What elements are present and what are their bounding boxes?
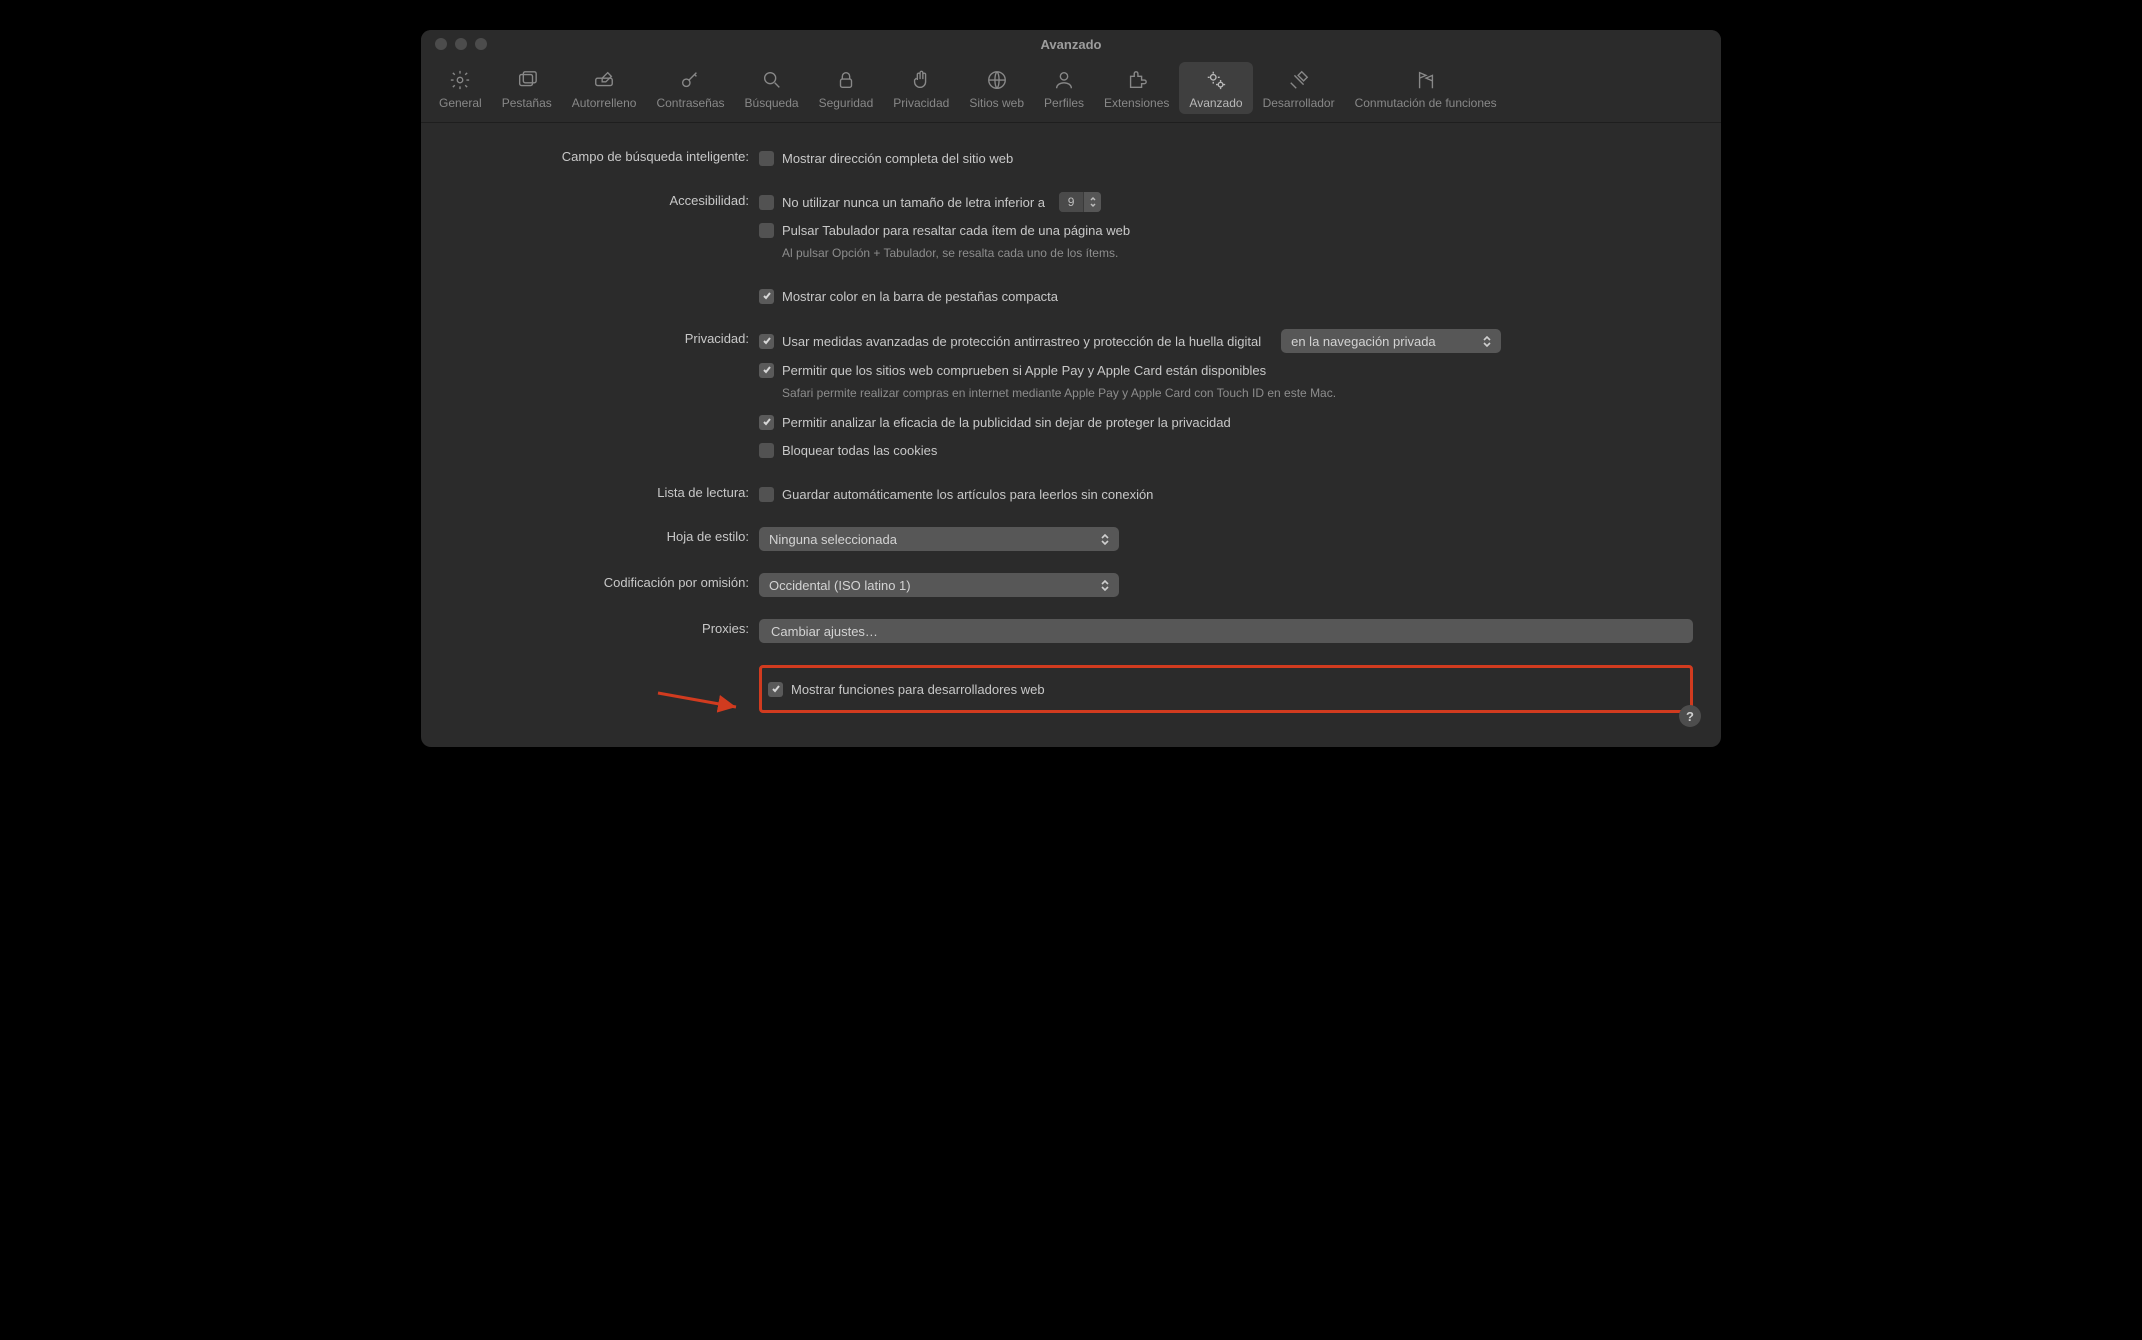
tab-passwords[interactable]: Contraseñas — [646, 62, 734, 114]
tab-security[interactable]: Seguridad — [809, 62, 884, 114]
tracking-scope-value: en la navegación privada — [1291, 334, 1481, 349]
compact-tab-color-label: Mostrar color en la barra de pestañas co… — [782, 289, 1058, 304]
reading-list-label: Lista de lectura: — [449, 483, 759, 500]
smart-search-label: Campo de búsqueda inteligente: — [449, 147, 759, 164]
window-title: Avanzado — [421, 37, 1721, 52]
change-proxies-button[interactable]: Cambiar ajustes… — [759, 619, 1693, 643]
stylesheet-value: Ninguna seleccionada — [769, 532, 1099, 547]
chevron-updown-icon — [1099, 534, 1111, 545]
tab-highlight-hint: Al pulsar Opción + Tabulador, se resalta… — [759, 245, 1439, 261]
minimize-window-button[interactable] — [455, 38, 467, 50]
apple-pay-hint: Safari permite realizar compras en inter… — [759, 385, 1439, 401]
tab-feature-flags[interactable]: Conmutación de funciones — [1345, 62, 1507, 114]
tab-highlight-checkbox[interactable] — [759, 223, 774, 238]
min-font-size-stepper[interactable]: 9 — [1059, 192, 1101, 212]
content-area: Campo de búsqueda inteligente: Mostrar d… — [421, 123, 1721, 747]
advanced-tracking-label: Usar medidas avanzadas de protección ant… — [782, 334, 1261, 349]
tab-label: Avanzado — [1189, 96, 1242, 110]
tab-developer[interactable]: Desarrollador — [1253, 62, 1345, 114]
titlebar: Avanzado — [421, 30, 1721, 58]
min-font-size-checkbox[interactable] — [759, 195, 774, 210]
tab-label: Desarrollador — [1263, 96, 1335, 110]
stylesheet-label: Hoja de estilo: — [449, 527, 759, 544]
tab-label: Perfiles — [1044, 96, 1084, 110]
privacy-label: Privacidad: — [449, 329, 759, 346]
tab-tabs[interactable]: Pestañas — [492, 62, 562, 114]
tab-label: Extensiones — [1104, 96, 1169, 110]
tab-label: Autorrelleno — [572, 96, 637, 110]
gear-icon — [448, 68, 472, 92]
tab-autofill[interactable]: Autorrelleno — [562, 62, 647, 114]
person-icon — [1052, 68, 1076, 92]
tab-label: Conmutación de funciones — [1355, 96, 1497, 110]
flags-icon — [1414, 68, 1438, 92]
hand-icon — [909, 68, 933, 92]
tabs-icon — [515, 68, 539, 92]
apple-pay-check-checkbox[interactable] — [759, 363, 774, 378]
pencil-field-icon — [592, 68, 616, 92]
tab-search[interactable]: Búsqueda — [735, 62, 809, 114]
help-button[interactable]: ? — [1679, 705, 1701, 727]
tracking-scope-select[interactable]: en la navegación privada — [1281, 329, 1501, 353]
chevron-updown-icon — [1099, 580, 1111, 591]
encoding-label: Codificación por omisión: — [449, 573, 759, 590]
tab-label: Sitios web — [969, 96, 1024, 110]
ad-effectiveness-checkbox[interactable] — [759, 415, 774, 430]
apple-pay-check-label: Permitir que los sitios web comprueben s… — [782, 363, 1266, 378]
compact-tab-color-checkbox[interactable] — [759, 289, 774, 304]
globe-icon — [985, 68, 1009, 92]
tab-label: Seguridad — [819, 96, 874, 110]
ad-effectiveness-label: Permitir analizar la eficacia de la publ… — [782, 415, 1231, 430]
tab-label: Pestañas — [502, 96, 552, 110]
block-cookies-label: Bloquear todas las cookies — [782, 443, 937, 458]
encoding-select[interactable]: Occidental (ISO latino 1) — [759, 573, 1119, 597]
tab-label: Privacidad — [893, 96, 949, 110]
tab-advanced[interactable]: Avanzado — [1179, 62, 1252, 114]
show-developer-features-checkbox[interactable] — [768, 682, 783, 697]
preferences-window: Avanzado General Pestañas Autorrelleno C… — [421, 30, 1721, 747]
tools-icon — [1287, 68, 1311, 92]
tab-extensions[interactable]: Extensiones — [1094, 62, 1179, 114]
encoding-value: Occidental (ISO latino 1) — [769, 578, 1099, 593]
min-font-size-label: No utilizar nunca un tamaño de letra inf… — [782, 195, 1045, 210]
gears-icon — [1204, 68, 1228, 92]
tab-label: Búsqueda — [745, 96, 799, 110]
tab-highlight-label: Pulsar Tabulador para resaltar cada ítem… — [782, 223, 1130, 238]
show-developer-features-label: Mostrar funciones para desarrolladores w… — [791, 682, 1045, 697]
preferences-toolbar: General Pestañas Autorrelleno Contraseña… — [421, 58, 1721, 123]
search-icon — [760, 68, 784, 92]
block-cookies-checkbox[interactable] — [759, 443, 774, 458]
accessibility-label: Accesibilidad: — [449, 191, 759, 208]
puzzle-icon — [1125, 68, 1149, 92]
show-full-address-label: Mostrar dirección completa del sitio web — [782, 151, 1013, 166]
show-full-address-checkbox[interactable] — [759, 151, 774, 166]
min-font-size-value: 9 — [1059, 192, 1083, 212]
lock-icon — [834, 68, 858, 92]
proxies-label: Proxies: — [449, 619, 759, 636]
chevron-updown-icon — [1481, 336, 1493, 347]
developer-highlight: Mostrar funciones para desarrolladores w… — [759, 665, 1693, 713]
tab-websites[interactable]: Sitios web — [959, 62, 1034, 114]
save-offline-checkbox[interactable] — [759, 487, 774, 502]
save-offline-label: Guardar automáticamente los artículos pa… — [782, 487, 1153, 502]
zoom-window-button[interactable] — [475, 38, 487, 50]
close-window-button[interactable] — [435, 38, 447, 50]
chevron-updown-icon — [1083, 192, 1101, 212]
key-icon — [678, 68, 702, 92]
tab-label: General — [439, 96, 482, 110]
window-controls — [421, 38, 487, 50]
tab-label: Contraseñas — [656, 96, 724, 110]
tab-privacy[interactable]: Privacidad — [883, 62, 959, 114]
stylesheet-select[interactable]: Ninguna seleccionada — [759, 527, 1119, 551]
tab-general[interactable]: General — [429, 62, 492, 114]
advanced-tracking-checkbox[interactable] — [759, 334, 774, 349]
tab-profiles[interactable]: Perfiles — [1034, 62, 1094, 114]
